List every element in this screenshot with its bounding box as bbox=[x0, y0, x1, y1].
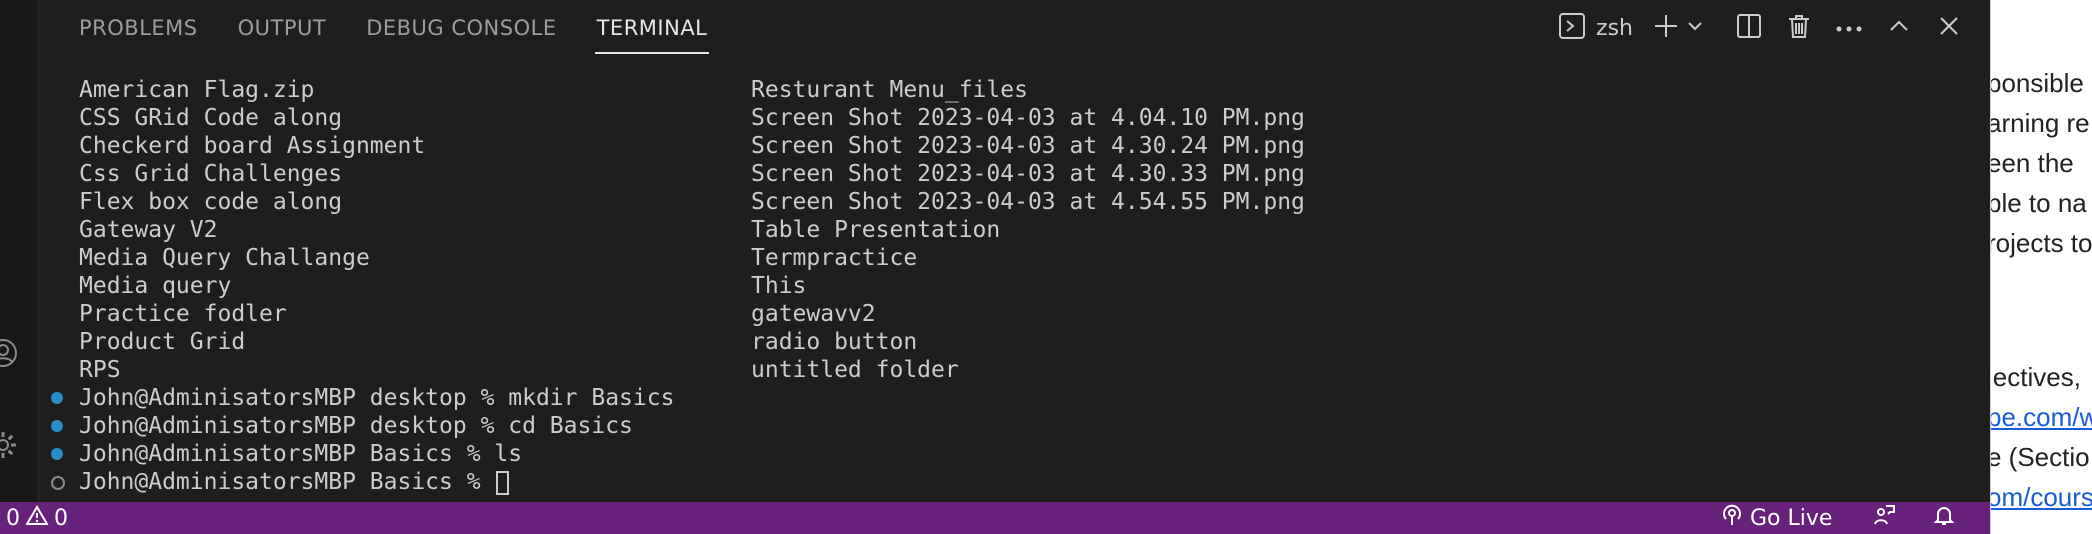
command-decoration-icon[interactable] bbox=[51, 448, 63, 460]
command-decoration-icon[interactable] bbox=[51, 420, 63, 432]
listing-item: This bbox=[751, 273, 807, 299]
listing-item: Screen Shot 2023-04-03 at 4.54.55 PM.png bbox=[751, 189, 1305, 215]
background-page: ponsible arning re een the ble to na roj… bbox=[1990, 0, 2092, 534]
notifications-button[interactable] bbox=[1932, 502, 1956, 534]
listing-item: Media query bbox=[79, 273, 232, 299]
listing-item: Screen Shot 2023-04-03 at 4.30.24 PM.png bbox=[751, 133, 1305, 159]
listing-item: Css Grid Challenges bbox=[79, 161, 343, 187]
terminal-output[interactable]: American Flag.zip Resturant Menu_files CS… bbox=[39, 74, 1969, 502]
listing-item: Screen Shot 2023-04-03 at 4.04.10 PM.png bbox=[751, 105, 1305, 131]
page-text: jectives, bbox=[1990, 362, 2081, 392]
listing-item: Media Query Challange bbox=[79, 245, 370, 271]
tab-label: PROBLEMS bbox=[79, 16, 198, 40]
terminal-cursor bbox=[496, 470, 510, 495]
new-terminal-button[interactable] bbox=[1649, 8, 1683, 48]
panel-toolbar: zsh bbox=[1558, 0, 1989, 56]
panel-tabs: PROBLEMS OUTPUT DEBUG CONSOLE TERMINAL bbox=[39, 0, 710, 56]
listing-item: Flex box code along bbox=[79, 189, 343, 215]
listing-item: Table Presentation bbox=[751, 217, 1001, 243]
command-text: John@AdminisatorsMBP desktop % mkdir Bas… bbox=[79, 385, 675, 411]
tab-problems[interactable]: PROBLEMS bbox=[79, 0, 198, 56]
page-text: ble to na bbox=[1990, 188, 2087, 218]
page-text: e (Sectio bbox=[1990, 442, 2090, 472]
activity-bar bbox=[0, 0, 38, 502]
page-text: ponsible bbox=[1990, 68, 2084, 98]
kill-terminal-button[interactable] bbox=[1779, 8, 1819, 48]
listing-item: radio button bbox=[751, 329, 918, 355]
command-decoration-icon[interactable] bbox=[51, 392, 63, 404]
tab-label: TERMINAL bbox=[596, 16, 708, 40]
listing-item: Checkerd board Assignment bbox=[79, 133, 426, 159]
close-panel-button[interactable] bbox=[1929, 8, 1969, 48]
page-link[interactable]: om/cours bbox=[1991, 482, 2092, 513]
command-prompt: John@AdminisatorsMBP Basics % bbox=[79, 469, 495, 495]
warning-icon bbox=[25, 505, 49, 531]
tab-output[interactable]: OUTPUT bbox=[238, 0, 327, 56]
listing-item: Termpractice bbox=[751, 245, 918, 271]
command-decoration-icon[interactable] bbox=[51, 476, 65, 490]
bottom-panel: PROBLEMS OUTPUT DEBUG CONSOLE TERMINAL z… bbox=[38, 0, 2011, 502]
page-link[interactable]: be.com/w bbox=[1991, 402, 2092, 433]
status-bar: 0 0 Go Live bbox=[0, 502, 1990, 534]
terminal-shell-selector[interactable]: zsh bbox=[1558, 8, 1633, 48]
new-terminal-icon bbox=[1652, 12, 1680, 44]
shell-name: zsh bbox=[1596, 15, 1633, 41]
listing-item: Gateway V2 bbox=[79, 217, 218, 243]
warning-count: 0 bbox=[54, 505, 68, 531]
go-live-label: Go Live bbox=[1750, 505, 1833, 531]
feedback-icon bbox=[1872, 503, 1896, 533]
listing-item: American Flag.zip bbox=[79, 77, 315, 103]
tab-debug-console[interactable]: DEBUG CONSOLE bbox=[366, 0, 556, 56]
split-terminal-icon bbox=[1736, 13, 1762, 43]
chevron-up-icon bbox=[1888, 15, 1910, 41]
page-text: rojects to bbox=[1990, 228, 2092, 258]
listing-item: untitled folder bbox=[751, 357, 959, 383]
command-text: John@AdminisatorsMBP desktop % cd Basics bbox=[79, 413, 633, 439]
trash-icon bbox=[1786, 13, 1812, 43]
feedback-button[interactable] bbox=[1872, 502, 1896, 534]
tab-terminal[interactable]: TERMINAL bbox=[594, 0, 710, 56]
broadcast-icon bbox=[1720, 503, 1744, 533]
chevron-down-icon bbox=[1686, 17, 1704, 39]
settings-gear-icon[interactable] bbox=[0, 428, 20, 462]
tab-label: OUTPUT bbox=[237, 16, 327, 40]
bell-icon bbox=[1932, 503, 1956, 533]
more-actions-button[interactable] bbox=[1829, 8, 1869, 48]
more-actions-icon bbox=[1835, 19, 1863, 38]
close-icon bbox=[1938, 15, 1960, 41]
account-icon[interactable] bbox=[0, 336, 20, 370]
terminal-dropdown-button[interactable] bbox=[1683, 8, 1707, 48]
maximize-panel-button[interactable] bbox=[1879, 8, 1919, 48]
problems-status[interactable]: 0 0 bbox=[6, 502, 68, 534]
listing-item: gatewavv2 bbox=[751, 301, 876, 327]
error-count: 0 bbox=[6, 505, 20, 531]
terminal-shell-icon bbox=[1558, 12, 1586, 44]
listing-item: RPS bbox=[79, 357, 121, 383]
listing-item: Screen Shot 2023-04-03 at 4.30.33 PM.png bbox=[751, 161, 1305, 187]
tab-label: DEBUG CONSOLE bbox=[366, 16, 557, 40]
listing-item: CSS GRid Code along bbox=[79, 105, 343, 131]
listing-item: Practice fodler bbox=[79, 301, 287, 327]
page-text: arning re bbox=[1990, 108, 2090, 138]
go-live-button[interactable]: Go Live bbox=[1720, 502, 1832, 534]
page-text: een the bbox=[1990, 148, 2074, 178]
listing-item: Product Grid bbox=[79, 329, 246, 355]
split-terminal-button[interactable] bbox=[1729, 8, 1769, 48]
listing-item: Resturant Menu_files bbox=[751, 77, 1028, 103]
command-text: John@AdminisatorsMBP Basics % ls bbox=[79, 441, 523, 467]
